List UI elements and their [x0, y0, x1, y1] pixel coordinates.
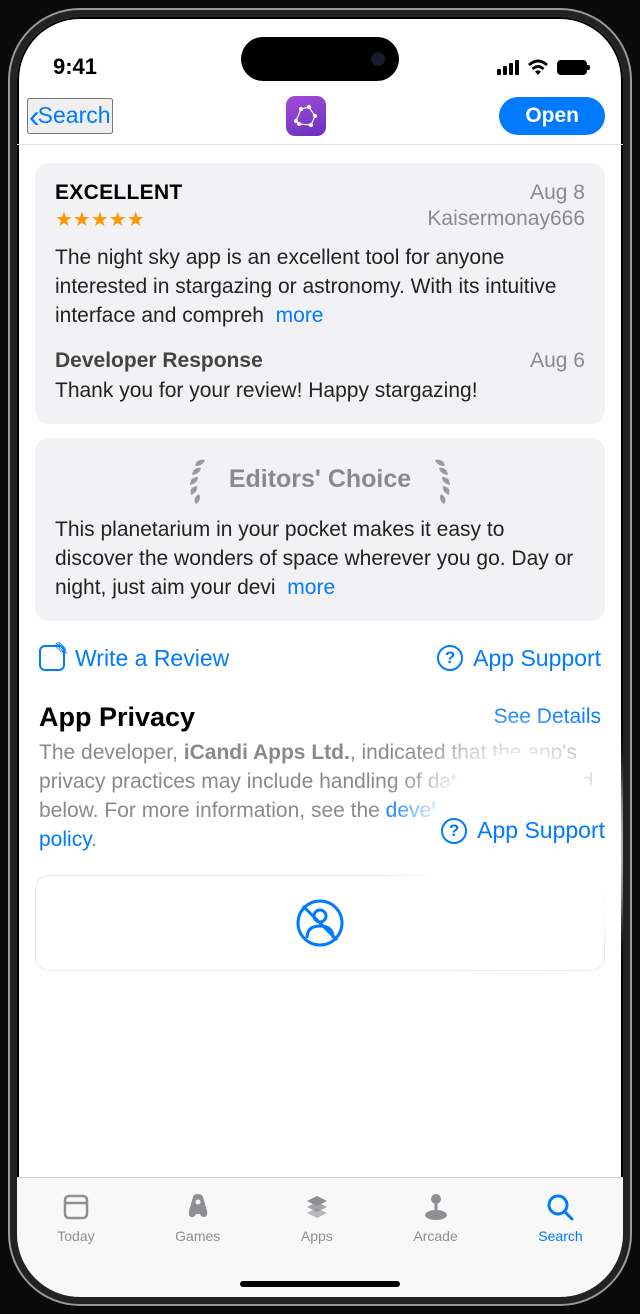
- write-review-button[interactable]: Write a Review: [39, 645, 229, 672]
- dev-response-body: Thank you for your review! Happy stargaz…: [55, 377, 585, 406]
- tab-search[interactable]: Search: [538, 1188, 582, 1297]
- question-icon: ?: [437, 645, 463, 671]
- search-icon: [545, 1188, 575, 1226]
- editors-choice-card[interactable]: Editors' Choice This planetarium in your…: [35, 438, 605, 621]
- games-icon: [182, 1188, 214, 1226]
- laurel-right-icon: [425, 456, 463, 504]
- privacy-card[interactable]: [35, 875, 605, 971]
- arcade-icon: [420, 1188, 452, 1226]
- review-title: EXCELLENT: [55, 181, 183, 205]
- back-button[interactable]: ‹ Search: [27, 98, 113, 134]
- tab-arcade[interactable]: Arcade: [413, 1188, 457, 1297]
- compose-icon: [39, 645, 65, 671]
- developer-name: iCandi Apps Ltd.: [184, 741, 350, 764]
- tab-games[interactable]: Games: [175, 1188, 220, 1297]
- review-card[interactable]: EXCELLENT Aug 8 ★★★★★ Kaisermonay666 The…: [35, 163, 605, 424]
- status-time: 9:41: [53, 54, 97, 80]
- no-tracking-icon: [295, 898, 345, 948]
- laurel-left-icon: [177, 456, 215, 504]
- see-details-link[interactable]: See Details: [494, 705, 601, 729]
- editors-more-link[interactable]: more: [287, 576, 335, 599]
- open-button[interactable]: Open: [499, 97, 605, 135]
- apps-icon: [301, 1188, 333, 1226]
- app-privacy-title: App Privacy: [39, 702, 195, 733]
- today-icon: [61, 1188, 91, 1226]
- back-label: Search: [38, 102, 111, 129]
- signal-icon: [497, 59, 519, 75]
- review-body: The night sky app is an excellent tool f…: [55, 244, 585, 331]
- tab-bar: Today Games Apps Arcade Search: [17, 1177, 623, 1297]
- tab-today[interactable]: Today: [57, 1188, 94, 1297]
- question-icon: ?: [441, 818, 467, 844]
- battery-icon: [557, 60, 587, 75]
- editors-choice-body: This planetarium in your pocket makes it…: [55, 516, 585, 603]
- app-support-button[interactable]: ? App Support: [437, 645, 601, 672]
- review-more-link[interactable]: more: [276, 304, 324, 327]
- review-author: Kaisermonay666: [427, 207, 585, 232]
- dev-response-title: Developer Response: [55, 349, 263, 373]
- app-icon[interactable]: [286, 96, 326, 136]
- nav-bar: ‹ Search Open: [17, 87, 623, 145]
- write-review-label: Write a Review: [75, 645, 229, 672]
- review-stars: ★★★★★: [55, 207, 145, 232]
- app-support-highlight[interactable]: ? App Support: [441, 817, 605, 844]
- review-date: Aug 8: [530, 181, 585, 205]
- wifi-icon: [527, 59, 549, 75]
- home-indicator[interactable]: [240, 1281, 400, 1287]
- dev-response-date: Aug 6: [530, 349, 585, 373]
- app-support-label: App Support: [473, 645, 601, 672]
- editors-choice-title: Editors' Choice: [229, 465, 411, 494]
